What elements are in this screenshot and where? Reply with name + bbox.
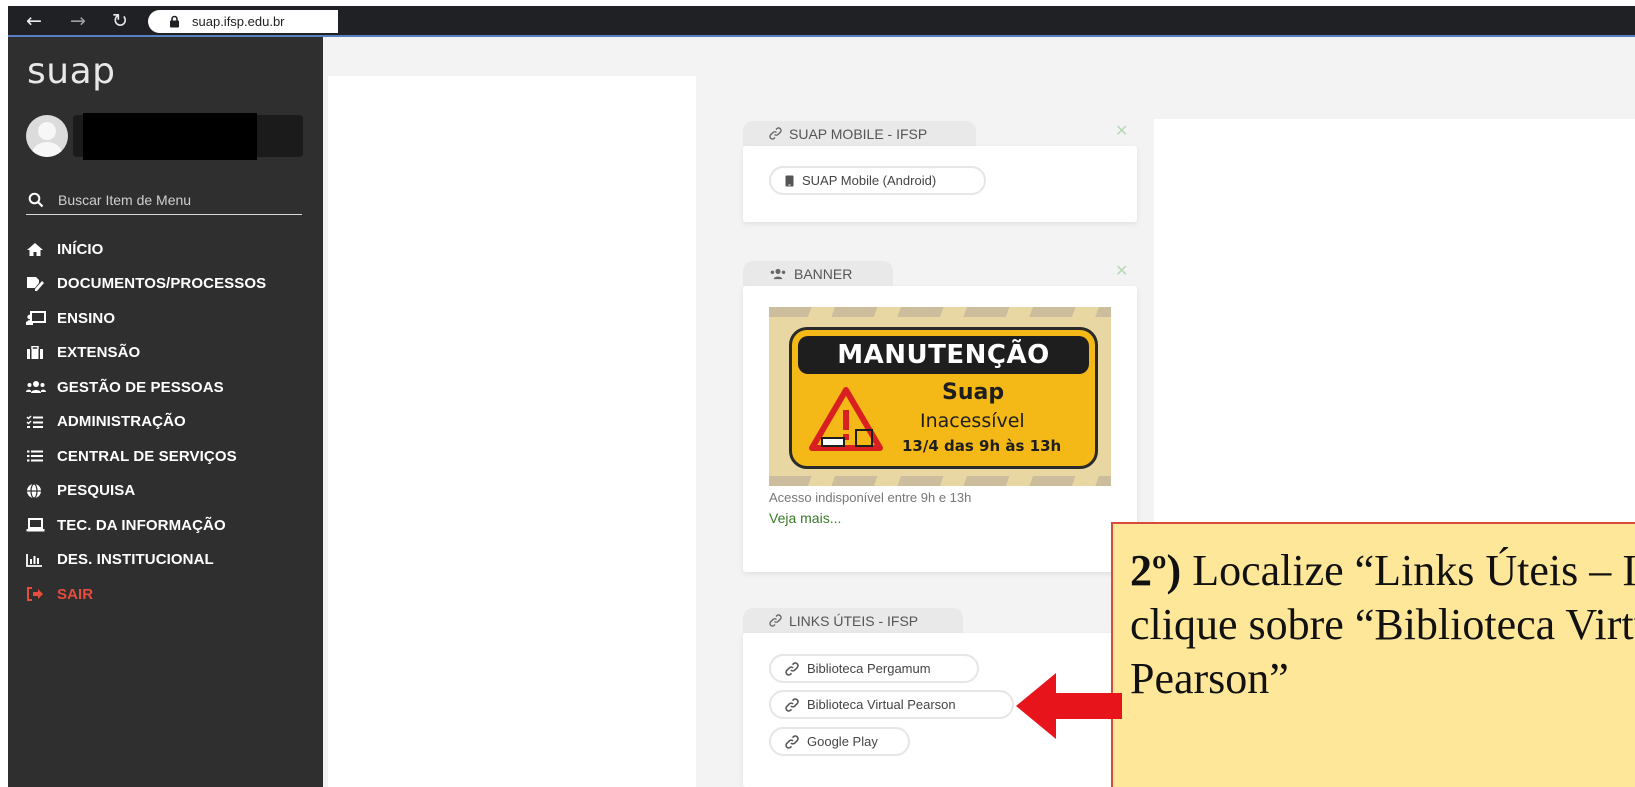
close-icon[interactable]: ✕ (1115, 121, 1128, 140)
file-signature-icon (26, 276, 48, 292)
menu-item-label: ADMINISTRAÇÃO (57, 413, 186, 431)
link-google-play[interactable]: Google Play (769, 727, 910, 756)
menu-item-label: ENSINO (57, 309, 116, 327)
see-more-link[interactable]: Veja mais... (769, 510, 841, 526)
globe-icon (26, 483, 48, 499)
close-icon[interactable]: ✕ (1115, 261, 1128, 280)
menu-item-label: SAIR (57, 585, 94, 603)
link-icon (785, 661, 799, 676)
menu-item-label: CENTRAL DE SERVIÇOS (57, 447, 237, 465)
widget-tab-suap-mobile: SUAP MOBILE - IFSP (743, 121, 976, 146)
address-bar[interactable]: suap.ifsp.edu.br (148, 10, 338, 33)
instruction-body: Localize “Links Úteis – IFSP” e clique s… (1130, 546, 1635, 703)
users-icon (769, 268, 787, 280)
instruction-step: 2º) (1130, 546, 1182, 595)
link-icon (785, 734, 799, 749)
menu-item-des-institucional[interactable]: DES. INSTITUCIONAL (26, 543, 316, 578)
list-icon (26, 448, 48, 464)
users-icon (26, 379, 48, 395)
search-input[interactable] (58, 190, 298, 210)
home-icon (26, 241, 48, 257)
chalkboard-teacher-icon (26, 310, 48, 326)
menu-item-label: INÍCIO (57, 240, 104, 258)
browser-toolbar: ← → ↻ suap.ifsp.edu.br (8, 6, 1635, 37)
forward-arrow-icon[interactable]: → (64, 9, 92, 33)
menu-item-label: DOCUMENTOS/PROCESSOS (57, 275, 267, 293)
link-label: SUAP Mobile (Android) (802, 173, 937, 188)
banner-line-2: Inacessível (920, 410, 1025, 432)
chart-bar-icon (26, 552, 48, 568)
menu-item-label: DES. INSTITUCIONAL (57, 551, 214, 569)
link-biblioteca-virtual-pearson[interactable]: Biblioteca Virtual Pearson (769, 690, 1014, 719)
menu-item-pesquisa[interactable]: PESQUISA (26, 474, 316, 509)
search-icon (28, 192, 44, 213)
sidebar: suap INÍCIO DOCUMENTOS/PROCESSOS ENSINO … (8, 37, 323, 787)
tasks-icon (26, 414, 48, 430)
menu-item-ensino[interactable]: ENSINO (26, 301, 316, 336)
instruction-text: 2º) Localize “Links Úteis – IFSP” e cliq… (1130, 544, 1635, 706)
main-menu: INÍCIO DOCUMENTOS/PROCESSOS ENSINO EXTEN… (26, 232, 316, 612)
red-arrow-icon (1014, 671, 1124, 746)
avatar[interactable] (26, 115, 68, 157)
user-panel (26, 113, 303, 160)
link-suap-mobile-android[interactable]: SUAP Mobile (Android) (769, 166, 986, 195)
widget-tab-links-uteis: LINKS ÚTEIS - IFSP (743, 608, 963, 633)
widget-title: BANNER (794, 265, 853, 282)
widget-title: LINKS ÚTEIS - IFSP (789, 612, 919, 629)
banner-heading: MANUTENÇÃO (798, 336, 1089, 374)
menu-item-extensao[interactable]: EXTENSÃO (26, 336, 316, 371)
menu-item-label: EXTENSÃO (57, 344, 141, 362)
menu-item-tec-informacao[interactable]: TEC. DA INFORMAÇÃO (26, 508, 316, 543)
banner-line-3: 13/4 das 9h às 13h (902, 437, 1062, 455)
menu-item-central-servicos[interactable]: CENTRAL DE SERVIÇOS (26, 439, 316, 474)
reload-icon[interactable]: ↻ (106, 9, 134, 33)
banner-caption: Acesso indisponível entre 9h e 13h (769, 490, 972, 505)
menu-item-label: TEC. DA INFORMAÇÃO (57, 516, 226, 534)
menu-item-administracao[interactable]: ADMINISTRAÇÃO (26, 405, 316, 440)
link-icon (769, 127, 782, 140)
link-label: Google Play (807, 734, 878, 749)
banner-line-1: Suap (942, 380, 1005, 405)
maintenance-sign: MANUTENÇÃO Suap Inacessível 13/4 das 9h … (789, 327, 1098, 469)
link-icon (769, 614, 782, 627)
link-label: Biblioteca Pergamum (807, 661, 931, 676)
menu-item-label: GESTÃO DE PESSOAS (57, 378, 224, 396)
back-arrow-icon[interactable]: ← (20, 9, 48, 33)
menu-item-label: PESQUISA (57, 482, 136, 500)
url-text: suap.ifsp.edu.br (192, 14, 285, 29)
link-biblioteca-pergamum[interactable]: Biblioteca Pergamum (769, 654, 979, 683)
menu-item-gestao-pessoas[interactable]: GESTÃO DE PESSOAS (26, 370, 316, 405)
briefcase-icon (26, 345, 48, 361)
laptop-icon (26, 517, 48, 533)
menu-item-inicio[interactable]: INÍCIO (26, 232, 316, 267)
instruction-callout: 2º) Localize “Links Úteis – IFSP” e cliq… (1111, 522, 1635, 787)
user-name-redacted (83, 113, 257, 160)
sign-out-icon (26, 586, 48, 602)
link-icon (785, 697, 799, 712)
warning-triangle-icon (808, 386, 888, 461)
link-label: Biblioteca Virtual Pearson (807, 697, 956, 712)
menu-item-documentos[interactable]: DOCUMENTOS/PROCESSOS (26, 267, 316, 302)
menu-search (26, 187, 302, 215)
menu-item-sair[interactable]: SAIR (26, 577, 316, 612)
maintenance-banner-image[interactable]: MANUTENÇÃO Suap Inacessível 13/4 das 9h … (769, 307, 1111, 486)
suap-logo[interactable]: suap (27, 51, 115, 92)
mobile-icon (785, 175, 794, 187)
widget-title: SUAP MOBILE - IFSP (789, 125, 928, 142)
left-content-column (328, 76, 696, 787)
lock-icon (169, 15, 180, 33)
widget-tab-banner: BANNER (743, 261, 893, 286)
